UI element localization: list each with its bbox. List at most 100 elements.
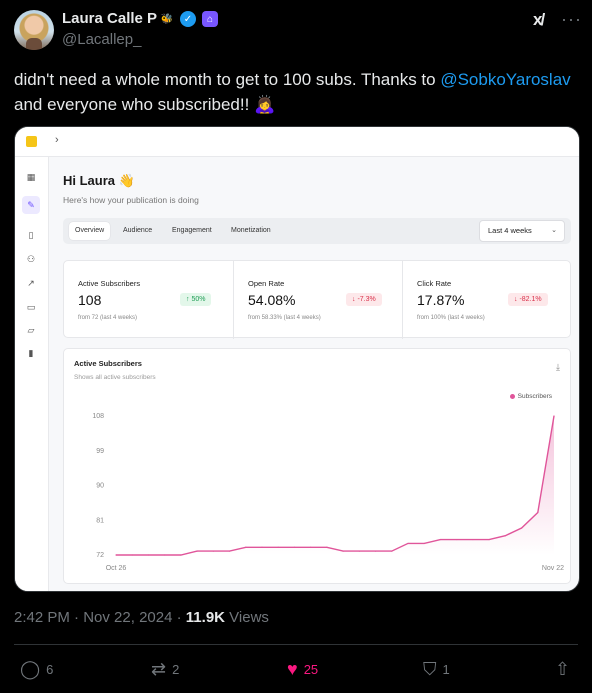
subscribers-chart: 72 81 90 99 108 Oct 26 Nov 22 [92, 413, 564, 572]
reply-button[interactable]: ◯ 6 [20, 658, 53, 680]
y-tick-label: 90 [96, 483, 104, 490]
tweet-date[interactable]: Nov 22, 2024 [83, 609, 172, 626]
series-line-subscribers [116, 415, 555, 556]
like-icon: ♥ [287, 658, 298, 679]
share-button[interactable]: ⇧ [555, 658, 576, 680]
bar-chart-icon: ▮ [28, 348, 34, 358]
tab-overview: Overview [69, 222, 111, 240]
data-point [115, 554, 117, 556]
stat-delta-badge: ↓ -82.1% [508, 293, 548, 306]
chart-title: Active Subscribers [74, 359, 142, 368]
tweet-text-start: didn't need a whole month to get to 100 … [14, 70, 441, 89]
stat-label: Click Rate [417, 279, 452, 288]
author-handle[interactable]: @Lacallep_ [62, 31, 141, 48]
repost-button[interactable]: ⇄ 2 [151, 658, 179, 680]
dashboard-subtitle: Here's how your publication is doing [63, 195, 199, 205]
stat-value: 54.08% [248, 292, 296, 308]
app-sidebar: ▦ ✎ ▯ ⚇ ↗ ▭ ▱ ▮ [15, 157, 49, 591]
bookmark-icon: ⛉ [423, 658, 437, 679]
x-tick-label: Oct 26 [106, 565, 127, 572]
stat-value: 108 [78, 292, 102, 308]
y-tick-label: 81 [96, 517, 104, 524]
data-point [131, 554, 133, 556]
grok-icon[interactable]: x/ [533, 10, 545, 30]
chevron-down-icon: ⌄ [551, 227, 557, 234]
attached-image[interactable]: › ▦ ✎ ▯ ⚇ ↗ ▭ ▱ ▮ Hi Laura 👋 Here's how … [14, 126, 580, 592]
data-point [342, 550, 344, 552]
tab-engagement: Engagement [172, 227, 212, 234]
data-point [164, 554, 166, 556]
stat-value: 17.87% [417, 292, 465, 308]
chart-legend: Subscribers [509, 393, 552, 400]
data-point [180, 554, 182, 556]
data-point [537, 511, 539, 514]
stat-open-rate: Open Rate 54.08% ↓ -7.3% from 58.33% (la… [233, 261, 402, 339]
document-icon: ▯ [28, 230, 34, 240]
like-count: 25 [303, 661, 319, 677]
grid-icon: ▦ [26, 172, 36, 182]
divider [14, 644, 578, 645]
chart-subtitle: Shows all active subscribers [74, 374, 156, 381]
series-area-subscribers [116, 416, 554, 555]
stat-comparison: from 58.33% (last 4 weeks) [248, 315, 321, 321]
x-tick-label: Nov 22 [542, 565, 564, 572]
mention-link[interactable]: @SobkoYaroslav [440, 70, 570, 89]
data-point [196, 550, 198, 552]
data-point [472, 538, 474, 541]
tweet-time[interactable]: 2:42 PM [14, 609, 70, 626]
stat-click-rate: Click Rate 17.87% ↓ -82.1% from 100% (la… [402, 261, 571, 339]
data-point [261, 546, 263, 548]
repost-icon: ⇄ [151, 658, 167, 679]
data-point [326, 546, 328, 548]
subscribers-chart-card: 72 81 90 99 108 Oct 26 Nov 22 Active Subscribe… [63, 348, 571, 584]
more-icon[interactable]: ··· [561, 9, 582, 30]
data-point [520, 527, 523, 529]
stat-label: Active Subscribers [78, 279, 141, 288]
users-icon: ⚇ [26, 254, 36, 264]
tweet-meta: 2:42 PM · Nov 22, 2024 · 11.9K Views [14, 609, 269, 626]
data-point [391, 550, 393, 552]
stat-comparison: from 100% (last 4 weeks) [417, 315, 485, 321]
edit-icon: ✎ [22, 196, 40, 214]
reply-count: 6 [46, 661, 54, 677]
trend-icon: ↗ [27, 278, 35, 288]
like-button[interactable]: ♥ 25 [287, 658, 318, 680]
data-point [228, 550, 231, 552]
author-avatar[interactable] [14, 10, 54, 50]
tab-audience: Audience [123, 227, 153, 234]
legend-label: Subscribers [517, 393, 552, 400]
author-name[interactable]: Laura Calle P [62, 10, 157, 27]
download-icon: ⤓ [556, 362, 560, 372]
data-point [488, 538, 490, 541]
data-point [374, 550, 377, 552]
stat-delta-badge: ↓ -7.3% [346, 293, 382, 306]
data-point [358, 550, 360, 552]
y-tick-label: 108 [92, 413, 104, 420]
home-badge-icon[interactable]: ⌂ [202, 11, 218, 27]
app-topbar: › [15, 127, 579, 157]
legend-swatch [509, 393, 515, 399]
share-icon: ⇧ [555, 658, 571, 679]
dashboard-greeting: Hi Laura 👋 [63, 173, 135, 188]
y-tick-label: 72 [96, 552, 104, 559]
y-tick-label: 99 [96, 448, 104, 455]
stats-row: Active Subscribers 108 ↑ 50% from 72 (la… [63, 260, 571, 339]
data-point [245, 546, 247, 548]
period-select: Last 4 weeks ⌄ [479, 220, 565, 242]
bookmark-count: 1 [442, 661, 450, 677]
bookmark-button[interactable]: ⛉ 1 [423, 658, 450, 680]
stat-active-subscribers: Active Subscribers 108 ↑ 50% from 72 (la… [64, 261, 233, 339]
data-point [212, 550, 214, 552]
verified-icon[interactable]: ✓ [180, 11, 196, 27]
stat-comparison: from 72 (last 4 weeks) [78, 315, 138, 321]
views-count: 11.9K [185, 609, 225, 626]
stat-delta-badge: ↑ 50% [180, 293, 212, 306]
reply-icon: ◯ [20, 658, 41, 679]
views-label: Views [229, 609, 269, 626]
stat-label: Open Rate [248, 279, 285, 288]
tweet-text-end: and everyone who subscribed!! 🙇‍♀️ [14, 95, 276, 114]
data-point [553, 415, 555, 417]
data-point [423, 542, 425, 545]
monitor-icon: ▭ [26, 302, 36, 312]
data-point [456, 538, 458, 541]
